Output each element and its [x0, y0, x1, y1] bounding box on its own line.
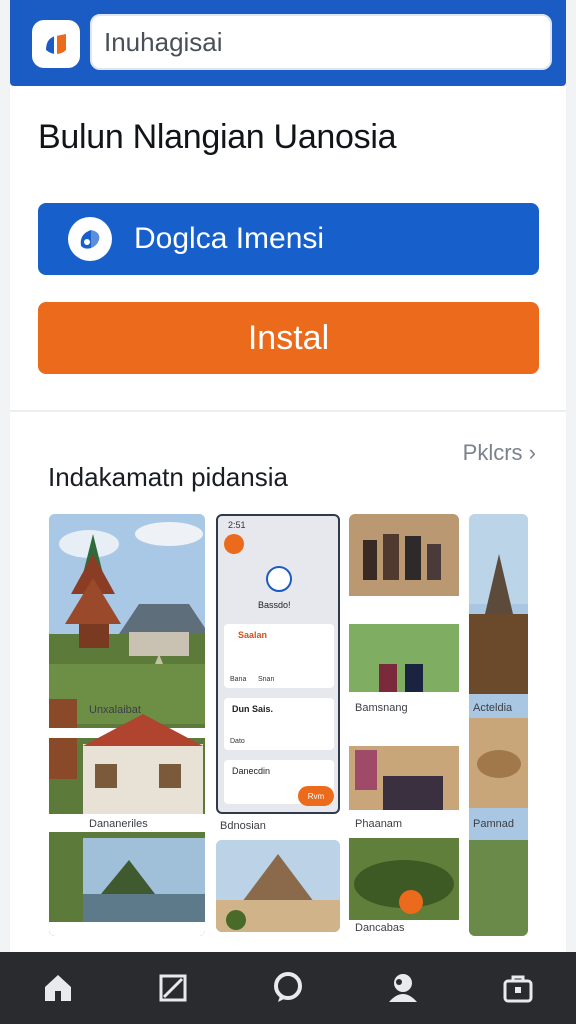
screenshots-heading: Indakamatn pidansia	[48, 462, 288, 492]
phone-center-label: Bassdo!	[258, 600, 291, 610]
edit-icon[interactable]	[143, 958, 203, 1018]
home-icon[interactable]	[28, 958, 88, 1018]
section-divider	[10, 410, 566, 412]
phone-action-button[interactable]: Rvm	[298, 786, 334, 806]
search-input[interactable]	[104, 26, 538, 58]
caption-8: Pamnad	[473, 818, 514, 830]
app-detail-card: Bulun Nlangian Uanosia Doglca Imensi Ins…	[10, 86, 566, 952]
phone-row-1-labels: Bana	[230, 676, 247, 683]
bag-icon[interactable]	[488, 958, 548, 1018]
caption-3: Bdnosian	[220, 820, 266, 832]
caption-4: Bamsnang	[355, 702, 408, 714]
phone-row-2-label: Dato	[230, 738, 245, 745]
bottom-navigation	[0, 952, 576, 1024]
phone-row-2-title: Dun Sais.	[232, 704, 274, 714]
pagoda-image	[469, 514, 528, 936]
phone-row-3-title: Danecdin	[232, 766, 271, 776]
phone-row-1-labels-b: Snan	[258, 676, 275, 683]
caption-7: Acteldia	[473, 702, 513, 714]
open-app-label: Doglca Imensi	[134, 222, 325, 255]
caption-1: Unxalaibat	[89, 704, 141, 716]
caption-5: Phaanam	[355, 818, 403, 830]
app-brand-icon	[68, 217, 112, 261]
phone-status-time: 2:51	[228, 520, 246, 530]
temple-scene-image	[49, 514, 205, 936]
top-bar	[10, 0, 566, 86]
caption-2: Dananeriles	[89, 818, 148, 830]
screenshot-3[interactable]	[216, 840, 340, 932]
caption-6: Dancabas	[355, 922, 405, 934]
screenshot-1[interactable]: Unxalaibat Dananeriles	[49, 514, 205, 936]
screenshot-5[interactable]: Acteldia Pamnad	[469, 514, 528, 936]
install-button[interactable]: Instal	[38, 302, 539, 374]
see-more-link[interactable]: Pklcrs ›	[463, 440, 536, 466]
search-field[interactable]	[90, 14, 552, 70]
volcano-image	[216, 840, 340, 932]
app-title: Bulun Nlangian Uanosia	[38, 118, 397, 156]
app-store-page: Bulun Nlangian Uanosia Doglca Imensi Ins…	[0, 0, 576, 1024]
phone-orange-badge-icon	[224, 534, 244, 554]
screenshot-2-phone[interactable]: 2:51 Bassdo! Saalan Bana Snan Dun Sais. …	[216, 514, 340, 814]
phone-center-logo-icon	[266, 566, 292, 592]
open-app-button[interactable]: Doglca Imensi	[38, 203, 539, 275]
screenshot-4[interactable]: Bamsnang Phaanam Dancabas	[349, 514, 459, 936]
chat-icon[interactable]	[258, 958, 318, 1018]
phone-row-1-title: Saalan	[238, 630, 268, 640]
photo-grid-image	[349, 514, 459, 920]
app-logo-icon[interactable]	[32, 20, 80, 68]
profile-icon[interactable]	[373, 958, 433, 1018]
